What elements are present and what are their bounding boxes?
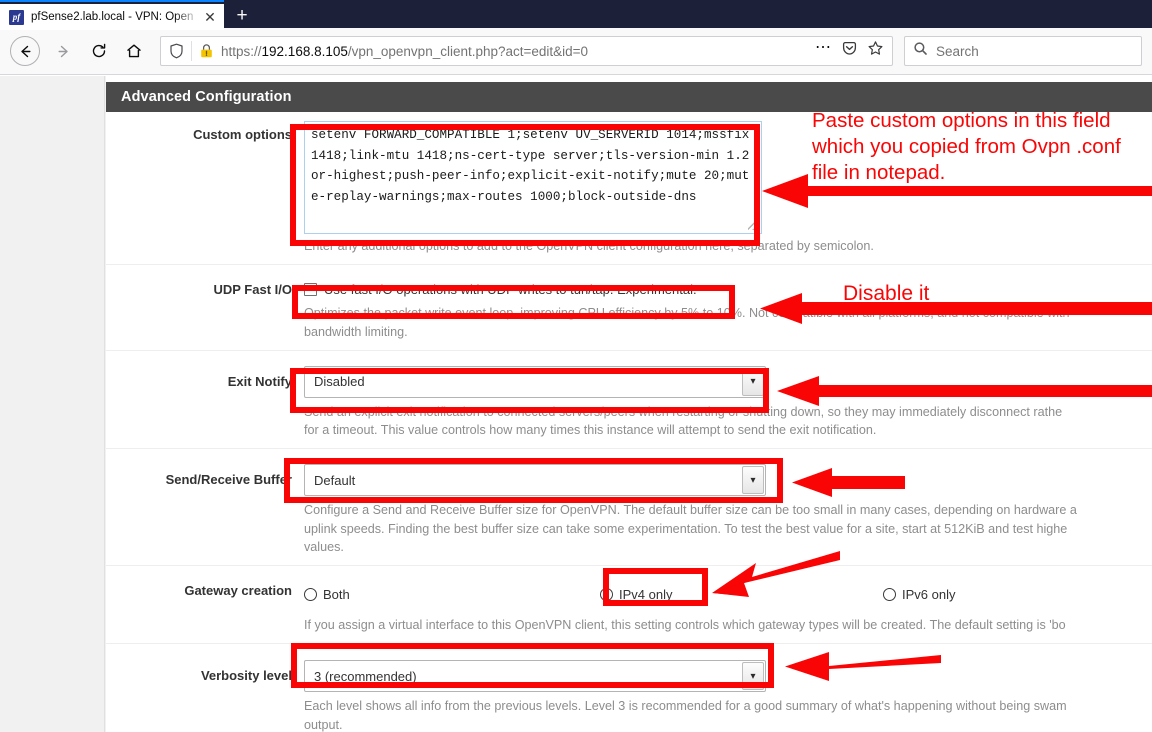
radio-gateway-ipv4-label: IPv4 only [619, 587, 673, 602]
page-actions-ellipsis-icon[interactable]: ⋯ [815, 40, 832, 56]
tab-title: pfSense2.lab.local - VPN: Open [31, 11, 194, 23]
label-udp-fast-io: UDP Fast I/O [213, 282, 292, 298]
radio-circle-selected-icon[interactable] [600, 588, 613, 601]
radio-gateway-ipv6-label: IPv6 only [902, 587, 956, 602]
url-path: /vpn_openvpn_client.php?act=edit&id=0 [347, 43, 589, 59]
verbosity-level-selected-value: 3 (recommended) [314, 668, 417, 684]
radio-gateway-both-label: Both [323, 587, 350, 602]
gateway-creation-radio-group: Both IPv4 only IPv6 only [304, 580, 1152, 606]
back-button-icon[interactable] [10, 36, 40, 66]
forward-button-icon[interactable] [47, 35, 80, 68]
search-icon [913, 41, 928, 61]
reload-button-icon[interactable] [82, 35, 115, 68]
verbosity-level-select[interactable]: 3 (recommended) ▾ [304, 660, 766, 693]
browser-window: pf pfSense2.lab.local - VPN: Open ✕ + ht… [0, 0, 1152, 732]
pfsense-favicon-icon: pf [9, 9, 24, 25]
exit-notify-selected-value: Disabled [314, 374, 365, 390]
help-custom-options: Enter any additional options to add to t… [304, 239, 874, 253]
label-send-receive-buffer: Send/Receive Buffer [165, 472, 292, 488]
insecure-lock-warning-icon[interactable] [199, 43, 214, 59]
page-left-gutter [0, 76, 105, 732]
help-send-receive-buffer: Configure a Send and Receive Buffer size… [304, 503, 1077, 554]
chevron-down-icon[interactable]: ▾ [742, 466, 764, 495]
url-action-icons: ⋯ [815, 40, 886, 62]
url-divider [191, 41, 192, 61]
url-host: 192.168.8.105 [261, 43, 348, 59]
browser-tab[interactable]: pf pfSense2.lab.local - VPN: Open ✕ [0, 4, 224, 30]
navigation-toolbar: https://192.168.8.105/vpn_openvpn_client… [0, 28, 1152, 75]
ipv4-only-radio[interactable]: IPv4 only [600, 587, 883, 602]
row-custom-options: Custom options setenv FORWARD_COMPATIBLE… [106, 112, 1152, 266]
send-receive-buffer-select[interactable]: Default ▾ [304, 464, 766, 497]
send-receive-buffer-selected-value: Default [314, 472, 356, 488]
help-exit-notify: Send an explicit exit notification to co… [304, 404, 1063, 437]
textarea-resize-handle[interactable] [748, 220, 758, 230]
label-gateway-creation: Gateway creation [184, 583, 292, 598]
label-custom-options: Custom options [193, 127, 292, 142]
radio-circle-icon[interactable] [883, 588, 896, 601]
exit-notify-select[interactable]: Disabled ▾ [304, 365, 766, 398]
help-gateway-creation: If you assign a virtual interface to thi… [304, 618, 1066, 632]
row-udp-fast-io: UDP Fast I/O Use fast I/O operations wit… [106, 265, 1152, 351]
chevron-down-icon[interactable]: ▾ [742, 662, 764, 691]
home-button-icon[interactable] [117, 35, 150, 68]
radio-gateway-ipv6[interactable]: IPv6 only [883, 587, 955, 602]
close-icon[interactable]: ✕ [202, 9, 218, 25]
radio-circle-icon[interactable] [304, 588, 317, 601]
checkbox-box-icon[interactable] [304, 283, 317, 297]
row-exit-notify: Exit Notify Disabled ▾ Send an explicit … [106, 351, 1152, 450]
pocket-save-icon[interactable] [841, 40, 858, 62]
help-udp-fast-io: Optimizes the packet write event loop, i… [304, 306, 1070, 339]
panel-title-advanced-configuration: Advanced Configuration [106, 82, 1152, 112]
page-viewport: Advanced Configuration Custom options se… [0, 76, 1152, 732]
search-input[interactable]: Search [936, 44, 979, 59]
new-tab-button[interactable]: + [224, 3, 260, 29]
label-exit-notify: Exit Notify [227, 373, 292, 389]
row-gateway-creation: Gateway creation Both IPv4 only IPv6 onl… [106, 566, 1152, 645]
bookmark-star-icon[interactable] [867, 40, 884, 62]
tracking-protection-shield-icon[interactable] [169, 43, 184, 59]
label-verbosity-level: Verbosity level [200, 668, 292, 684]
url-text: https://192.168.8.105/vpn_openvpn_client… [221, 43, 589, 59]
row-send-receive-buffer: Send/Receive Buffer Default ▾ Configure … [106, 449, 1152, 566]
help-verbosity-level: Each level shows all info from the previ… [304, 699, 1067, 732]
udp-fast-io-checkbox-label: Use fast I/O operations with UDP writes … [324, 282, 697, 298]
chevron-down-icon[interactable]: ▾ [742, 367, 764, 396]
url-bar[interactable]: https://192.168.8.105/vpn_openvpn_client… [160, 36, 893, 66]
udp-fast-io-checkbox[interactable]: Use fast I/O operations with UDP writes … [304, 278, 1152, 299]
custom-options-textarea[interactable]: setenv FORWARD_COMPATIBLE 1;setenv UV_SE… [304, 121, 762, 234]
tab-strip: pf pfSense2.lab.local - VPN: Open ✕ + [0, 0, 1152, 30]
row-verbosity-level: Verbosity level 3 (recommended) ▾ Each l… [106, 644, 1152, 732]
radio-gateway-both[interactable]: Both [304, 587, 600, 602]
search-bar[interactable]: Search [904, 36, 1142, 66]
openvpn-client-form: Advanced Configuration Custom options se… [106, 76, 1152, 732]
